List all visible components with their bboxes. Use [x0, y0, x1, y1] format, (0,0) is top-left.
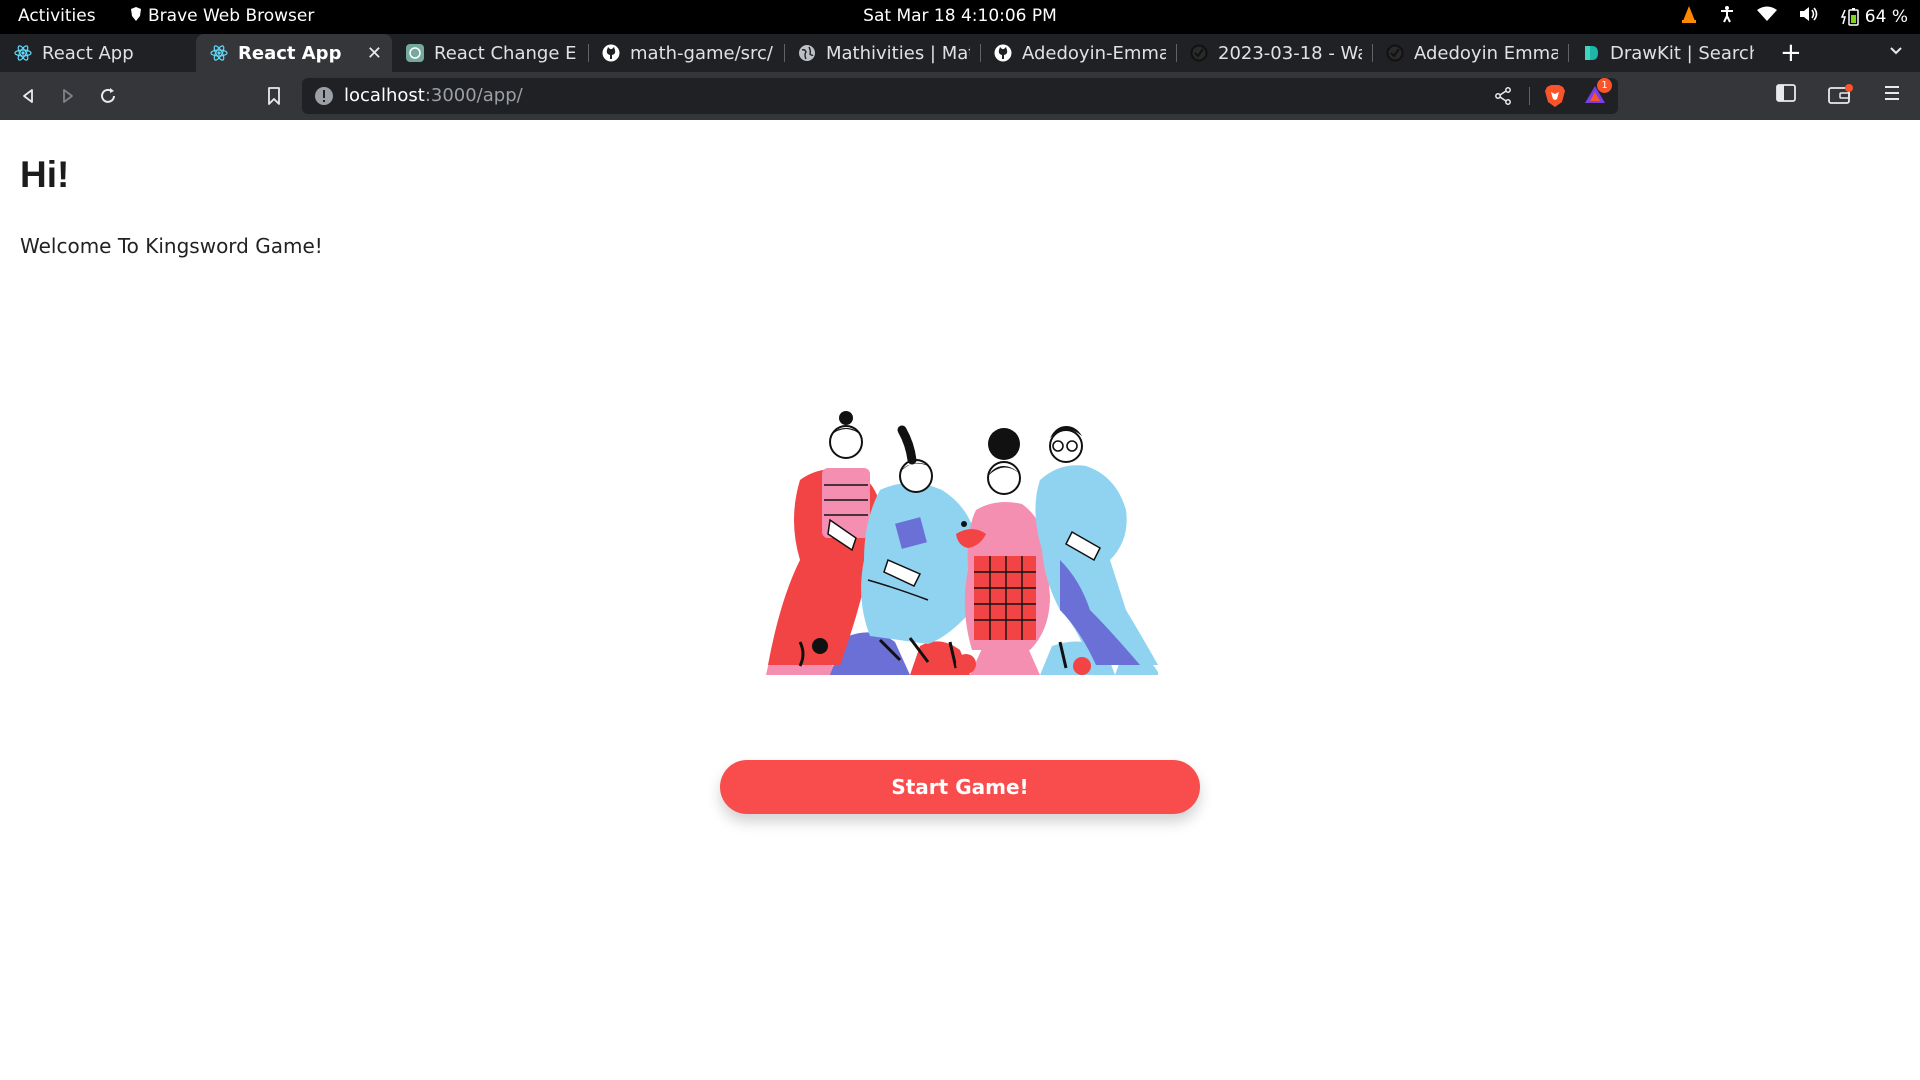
greeting-heading: Hi!	[20, 154, 70, 195]
new-tab-button[interactable]: +	[1780, 40, 1802, 66]
wallet-icon[interactable]	[1828, 84, 1854, 110]
accessibility-icon[interactable]	[1719, 5, 1735, 28]
sidebar-toggle-icon[interactable]	[1776, 84, 1796, 106]
system-tray[interactable]: 64 %	[1681, 5, 1908, 28]
clock[interactable]: Sat Mar 18 4:10:06 PM	[863, 6, 1057, 26]
close-tab-icon[interactable]: ✕	[367, 43, 382, 64]
site-info-icon[interactable]	[314, 86, 334, 110]
volume-icon[interactable]	[1799, 6, 1819, 27]
tab-react-app-active[interactable]: React App ✕	[196, 34, 392, 72]
github-icon	[602, 44, 620, 62]
tab-react-change[interactable]: React Change Ele	[392, 34, 588, 72]
url-host: localhost	[344, 85, 425, 106]
tab-mathivities[interactable]: Mathivities | Math	[784, 34, 980, 72]
battery-icon	[1840, 7, 1859, 26]
battery-indicator[interactable]: 64 %	[1840, 6, 1908, 27]
system-top-bar: Activities Brave Web Browser Sat Mar 18 …	[0, 0, 1920, 34]
omnibox-divider	[1529, 87, 1530, 105]
tab-title: Mathivities | Math	[826, 42, 970, 64]
tab-drawkit[interactable]: DrawKit | Search	[1568, 34, 1764, 72]
welcome-message: Welcome To Kingsword Game!	[20, 234, 323, 258]
github-icon	[994, 44, 1012, 62]
group-of-people-illustration	[766, 411, 1158, 675]
globe-icon	[798, 44, 816, 62]
share-icon[interactable]	[1494, 87, 1512, 109]
url-path: :3000/app/	[424, 85, 523, 106]
vlc-icon[interactable]	[1681, 5, 1697, 28]
tab-search-chevron-icon[interactable]	[1888, 42, 1904, 62]
reload-button[interactable]	[96, 84, 120, 108]
brave-shields-icon[interactable]	[1544, 84, 1566, 112]
tab-title: React App	[42, 42, 134, 64]
wakatime-icon	[1190, 44, 1208, 62]
tab-wakatime-1[interactable]: 2023-03-18 - Wak	[1176, 34, 1372, 72]
tab-title: Adedoyin-Emman	[1022, 42, 1166, 64]
rewards-badge: 1	[1597, 78, 1612, 93]
back-button[interactable]	[16, 84, 40, 108]
react-icon	[210, 44, 228, 62]
chatgpt-icon	[406, 44, 424, 62]
wakatime-icon	[1386, 44, 1404, 62]
battery-percent: 64 %	[1864, 6, 1908, 27]
tab-wakatime-2[interactable]: Adedoyin Emman	[1372, 34, 1568, 72]
address-bar[interactable]: localhost:3000/app/ 1	[302, 78, 1618, 114]
page-content: Hi! Welcome To Kingsword Game! Start Gam…	[0, 120, 1920, 1080]
tab-title: 2023-03-18 - Wak	[1218, 42, 1362, 64]
tab-title: React Change Ele	[434, 42, 578, 64]
tab-react-app-1[interactable]: React App	[0, 34, 196, 72]
tab-adedoyin-github[interactable]: Adedoyin-Emman	[980, 34, 1176, 72]
url-text[interactable]: localhost:3000/app/	[344, 85, 523, 106]
drawkit-icon	[1582, 44, 1600, 62]
wifi-icon[interactable]	[1756, 6, 1777, 27]
tab-math-game-github[interactable]: math-game/src/C	[588, 34, 784, 72]
browser-toolbar: localhost:3000/app/ 1	[0, 72, 1920, 120]
start-game-button[interactable]: Start Game!	[720, 760, 1200, 814]
tab-title: Adedoyin Emman	[1414, 42, 1558, 64]
activities-button[interactable]: Activities	[18, 6, 96, 26]
tab-title: React App	[238, 42, 342, 64]
brave-rewards-icon[interactable]: 1	[1584, 78, 1612, 110]
tab-title: DrawKit | Search	[1610, 42, 1754, 64]
main-menu-icon[interactable]	[1884, 84, 1900, 106]
brave-small-icon	[130, 6, 142, 26]
bookmark-button[interactable]	[262, 84, 286, 108]
app-menu[interactable]: Brave Web Browser	[130, 6, 314, 26]
tab-title: math-game/src/C	[630, 42, 774, 64]
tab-strip: React App React App ✕ React Change Ele m…	[0, 34, 1920, 72]
forward-button[interactable]	[56, 84, 80, 108]
app-menu-label: Brave Web Browser	[148, 6, 315, 26]
react-icon	[14, 44, 32, 62]
